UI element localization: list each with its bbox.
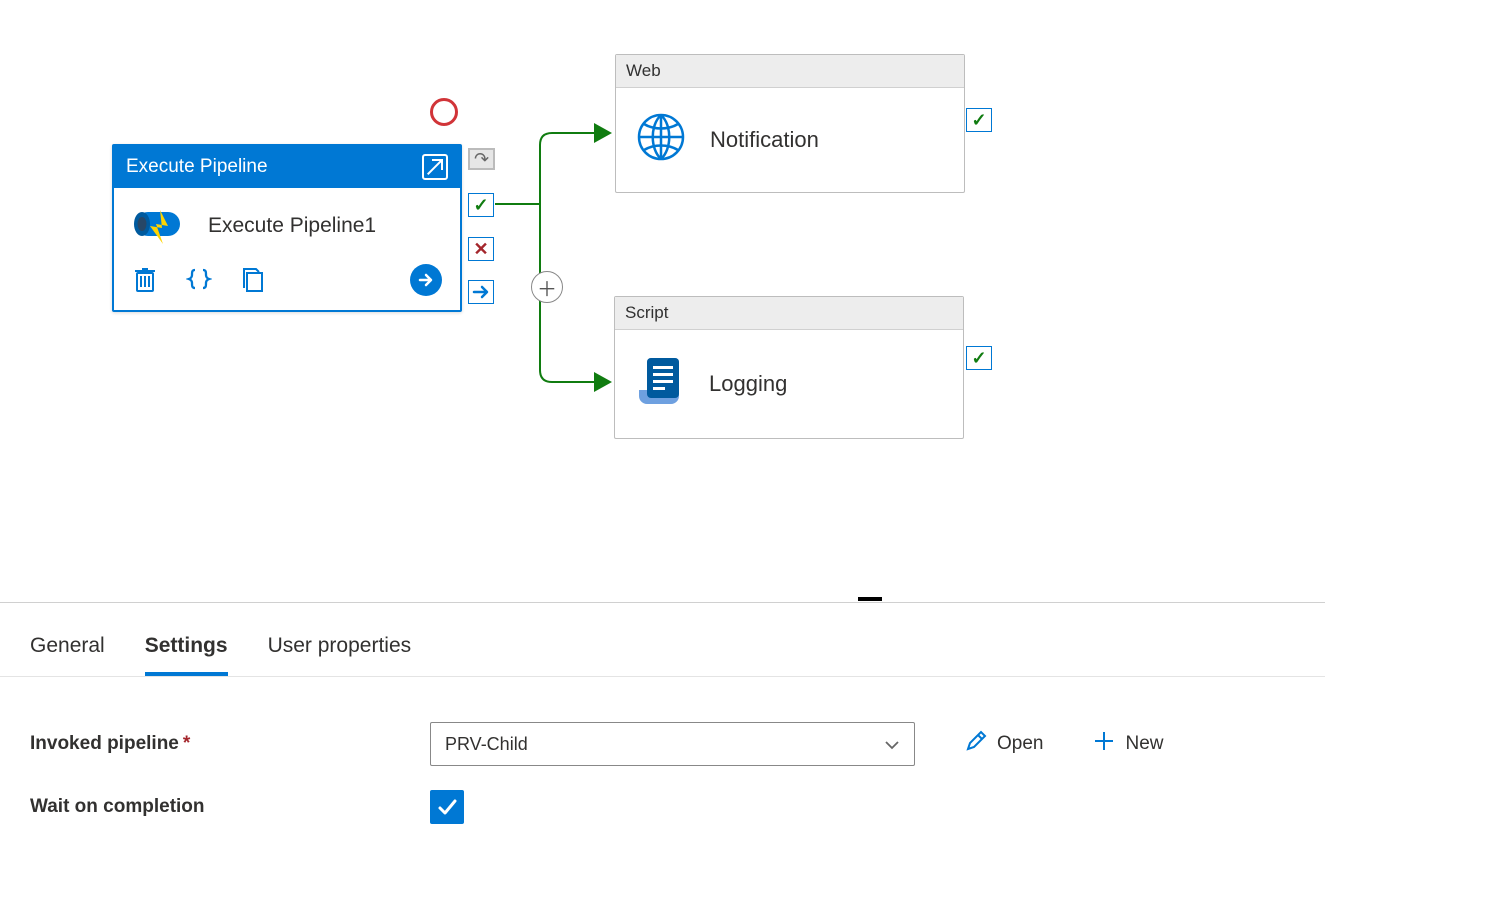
required-marker: * (183, 733, 190, 754)
resize-grip[interactable] (858, 597, 882, 601)
breakpoint-icon[interactable] (430, 98, 458, 126)
invoked-pipeline-value: PRV-Child (445, 734, 528, 755)
activity-header: Web (616, 55, 964, 88)
success-output-icon[interactable]: ✓ (468, 193, 494, 217)
panel-divider (0, 602, 1325, 603)
script-icon (635, 354, 685, 414)
edit-icon (965, 730, 987, 758)
properties-tabs: General Settings User properties (30, 628, 411, 676)
activity-type-label: Web (626, 61, 661, 80)
activity-type-label: Script (625, 303, 668, 322)
tab-settings[interactable]: Settings (145, 628, 228, 676)
success-output-icon[interactable]: ✓ (966, 346, 992, 370)
activity-type-label: Execute Pipeline (126, 156, 268, 178)
open-pipeline-button[interactable]: Open (965, 730, 1043, 758)
code-braces-icon[interactable] (186, 266, 212, 294)
activity-web[interactable]: Web Notification (615, 54, 965, 193)
plus-icon (1093, 730, 1115, 758)
failure-output-icon[interactable]: ✕ (468, 237, 494, 261)
delete-icon[interactable] (132, 266, 158, 294)
activity-header: Script (615, 297, 963, 330)
activity-header: Execute Pipeline (114, 146, 460, 188)
completion-output-icon[interactable] (468, 280, 494, 304)
web-icon (636, 112, 686, 168)
execute-pipeline-icon (132, 206, 186, 246)
add-junction-icon[interactable]: ＋ (531, 271, 563, 303)
activity-name-label: Notification (710, 127, 819, 153)
invoked-pipeline-label: Invoked pipeline* (30, 733, 430, 755)
pipeline-canvas[interactable]: Execute Pipeline Execute Pipeline1 (0, 0, 1505, 602)
open-in-new-icon[interactable] (422, 154, 448, 180)
wait-on-completion-label: Wait on completion (30, 796, 430, 818)
activity-name-label: Logging (709, 371, 787, 397)
invoked-pipeline-dropdown[interactable]: PRV-Child (430, 722, 915, 766)
chevron-down-icon (884, 734, 900, 755)
tabs-underline (0, 676, 1325, 677)
run-icon[interactable] (410, 264, 442, 296)
new-pipeline-button[interactable]: New (1093, 730, 1163, 758)
success-output-icon[interactable]: ✓ (966, 108, 992, 132)
copy-icon[interactable] (240, 266, 266, 294)
activity-execute-pipeline[interactable]: Execute Pipeline Execute Pipeline1 (112, 144, 462, 312)
activity-name-label: Execute Pipeline1 (208, 214, 376, 238)
wait-on-completion-checkbox[interactable] (430, 790, 464, 824)
tab-user-properties[interactable]: User properties (268, 628, 412, 676)
activity-script[interactable]: Script Logging (614, 296, 964, 439)
tab-general[interactable]: General (30, 628, 105, 676)
retry-output-icon[interactable]: ↷ (468, 148, 495, 170)
